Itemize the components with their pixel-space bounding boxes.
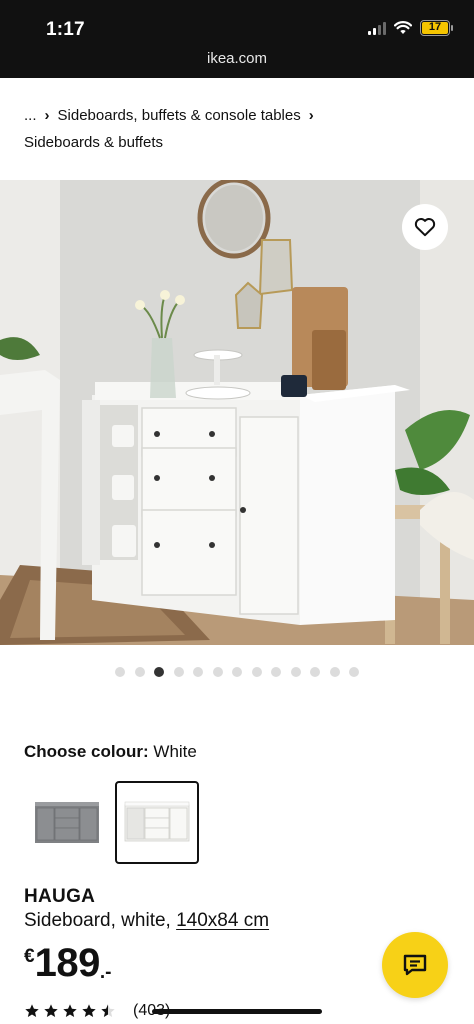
rating-stars [24, 1003, 116, 1019]
star-half-icon [101, 1004, 115, 1017]
carousel-dot[interactable] [173, 667, 184, 677]
price-amount: 189 [34, 941, 101, 985]
favourite-button[interactable] [402, 204, 448, 250]
status-bar: 1:17 17 ikea.com [0, 0, 474, 78]
breadcrumb-ellipsis[interactable]: ... [24, 107, 37, 124]
product-dimensions-link[interactable]: 140x84 cm [176, 910, 269, 931]
status-time: 1:17 [46, 19, 85, 40]
star-full-icon [25, 1004, 39, 1017]
signal-icon [368, 21, 386, 35]
star-full-icon [63, 1004, 77, 1017]
product-description-text: Sideboard, white, [24, 910, 171, 931]
colour-chooser-label: Choose colour: White [24, 742, 197, 762]
carousel-dot[interactable] [154, 667, 164, 677]
battery-level: 17 [422, 22, 448, 34]
product-description: Sideboard, white, 140x84 cm [24, 910, 269, 932]
carousel-dot[interactable] [134, 667, 145, 677]
chat-bubble-icon [403, 954, 427, 976]
star-full-icon [82, 1004, 96, 1017]
carousel-pagination[interactable] [0, 667, 474, 677]
carousel-dot[interactable] [310, 667, 320, 677]
price-currency: € [24, 946, 35, 967]
carousel-dot[interactable] [193, 667, 203, 677]
carousel-dot[interactable] [212, 667, 223, 677]
product-image-gallery[interactable] [0, 180, 474, 645]
breadcrumb: ... › Sideboards, buffets & console tables… [24, 102, 454, 156]
star-full-icon [44, 1004, 58, 1017]
colour-option-white[interactable] [115, 781, 199, 864]
carousel-dot[interactable] [232, 667, 242, 677]
heart-outline-icon [414, 218, 436, 237]
battery-icon: 17 [420, 20, 453, 36]
white-sideboard-thumbnail [124, 801, 190, 841]
chat-button[interactable] [382, 932, 448, 998]
carousel-dot[interactable] [329, 667, 340, 677]
carousel-dot[interactable] [290, 667, 301, 677]
status-icons: 17 [368, 20, 453, 36]
home-indicator [152, 1009, 322, 1014]
carousel-dot[interactable] [271, 667, 281, 677]
wifi-icon [394, 21, 412, 34]
grey-sideboard-thumbnail [35, 801, 99, 843]
price-suffix: .- [99, 962, 112, 983]
breadcrumb-subcategory-link[interactable]: Sideboards & buffets [24, 134, 163, 151]
url-bar[interactable]: ikea.com [0, 50, 474, 67]
breadcrumb-category-link[interactable]: Sideboards, buffets & console tables [58, 107, 301, 124]
carousel-dot[interactable] [115, 667, 125, 677]
colour-option-grey[interactable] [25, 781, 109, 864]
carousel-dot[interactable] [251, 667, 262, 677]
chevron-right-icon: › [44, 107, 50, 124]
colour-label-text: Choose colour: [24, 742, 149, 761]
selected-colour: White [153, 742, 197, 761]
carousel-dot[interactable] [349, 667, 359, 677]
product-photo [0, 180, 474, 645]
product-rating[interactable]: (403) [24, 1002, 170, 1020]
product-price: € 189 .- [24, 940, 111, 986]
chevron-right-icon: › [308, 107, 314, 124]
product-name: HAUGA [24, 886, 96, 907]
